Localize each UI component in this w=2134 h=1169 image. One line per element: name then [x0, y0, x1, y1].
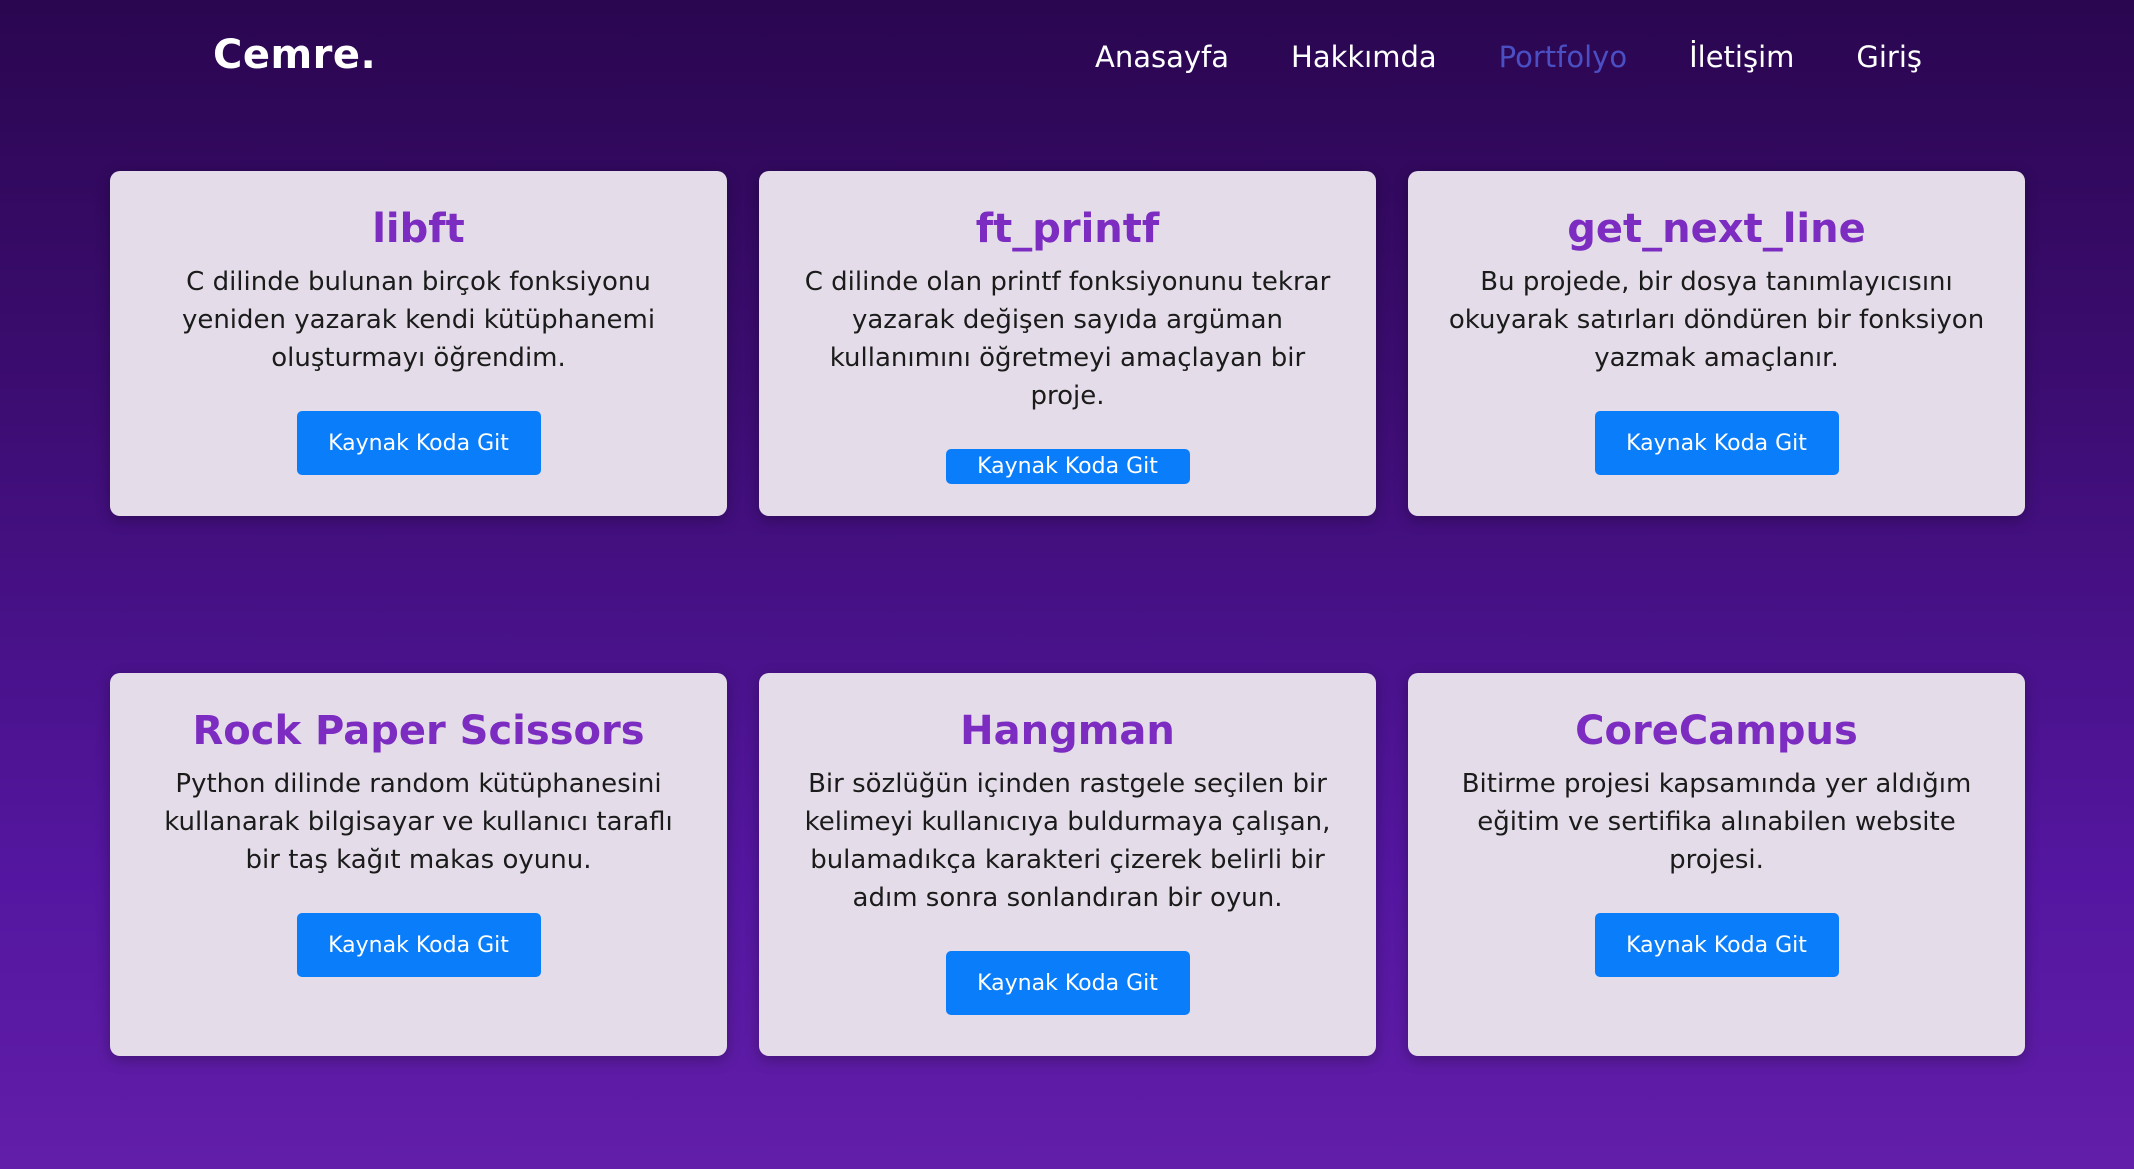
project-title: Rock Paper Scissors — [192, 708, 645, 754]
nav-link-hakkimda[interactable]: Hakkımda — [1291, 40, 1437, 74]
project-card-corecampus: CoreCampus Bitirme projesi kapsamında ye… — [1408, 673, 2025, 1056]
project-description: Bir sözlüğün içinden rastgele seçilen bi… — [804, 769, 1331, 913]
project-card-libft: libft C dilinde bulunan birçok fonksiyon… — [110, 171, 727, 516]
project-description: Bu projede, bir dosya tanımlayıcısını ok… — [1448, 267, 1985, 373]
project-description: C dilinde olan printf fonksiyonunu tekra… — [804, 267, 1331, 411]
site-logo[interactable]: Cemre. — [213, 32, 376, 78]
nav-link-anasayfa[interactable]: Anasayfa — [1095, 40, 1229, 74]
project-title: libft — [372, 206, 465, 252]
source-code-button[interactable]: Kaynak Koda Git — [945, 449, 1190, 484]
nav-link-giris[interactable]: Giriş — [1856, 40, 1922, 74]
project-description: Python dilinde random kütüphanesini kull… — [164, 769, 673, 875]
nav-link-iletisim[interactable]: İletişim — [1689, 40, 1794, 74]
source-code-button[interactable]: Kaynak Koda Git — [945, 951, 1190, 1015]
project-description: Bitirme projesi kapsamında yer aldığım e… — [1461, 769, 1972, 875]
source-code-button[interactable]: Kaynak Koda Git — [1594, 411, 1839, 475]
project-card-hangman: Hangman Bir sözlüğün içinden rastgele se… — [759, 673, 1376, 1056]
project-title: get_next_line — [1567, 206, 1866, 252]
project-title: CoreCampus — [1575, 708, 1858, 754]
project-card-ft-printf: ft_printf C dilinde olan printf fonksiyo… — [759, 171, 1376, 516]
project-card-get-next-line: get_next_line Bu projede, bir dosya tanı… — [1408, 171, 2025, 516]
project-description: C dilinde bulunan birçok fonksiyonu yeni… — [181, 267, 656, 373]
source-code-button[interactable]: Kaynak Koda Git — [296, 411, 541, 475]
navbar: Cemre. Anasayfa Hakkımda Portfolyo İleti… — [0, 0, 2134, 116]
source-code-button[interactable]: Kaynak Koda Git — [1594, 913, 1839, 977]
nav-links: Anasayfa Hakkımda Portfolyo İletişim Gir… — [1095, 40, 1922, 74]
source-code-button[interactable]: Kaynak Koda Git — [296, 913, 541, 977]
nav-link-portfolyo[interactable]: Portfolyo — [1499, 40, 1627, 74]
project-title: Hangman — [960, 708, 1175, 754]
portfolio-grid: libft C dilinde bulunan birçok fonksiyon… — [110, 171, 2025, 1056]
project-card-rock-paper-scissors: Rock Paper Scissors Python dilinde rando… — [110, 673, 727, 1056]
project-title: ft_printf — [975, 206, 1160, 252]
